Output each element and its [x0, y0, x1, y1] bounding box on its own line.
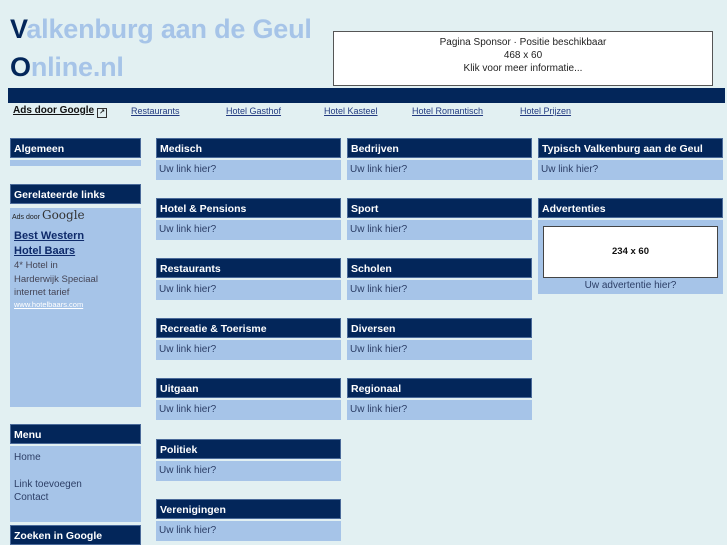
box-title: Menu	[10, 424, 141, 444]
advertise-here-link[interactable]: Uw advertentie hier?	[538, 278, 723, 294]
category-link[interactable]: Uw link hier?	[347, 220, 532, 240]
category-link[interactable]: Uw link hier?	[156, 521, 341, 541]
category-title: Recreatie & Toerisme	[156, 318, 341, 338]
category-diversen: Diversen Uw link hier?	[347, 318, 532, 360]
category-sport: Sport Uw link hier?	[347, 198, 532, 240]
category-title: Politiek	[156, 439, 341, 459]
category-link[interactable]: Uw link hier?	[347, 160, 532, 180]
category-title: Regionaal	[347, 378, 532, 398]
sponsor-size: 468 x 60	[503, 50, 543, 61]
category-link[interactable]: Uw link hier?	[156, 400, 341, 420]
category-link[interactable]: Uw link hier?	[347, 400, 532, 420]
category-title: Sport	[347, 198, 532, 218]
category-link[interactable]: Uw link hier?	[156, 340, 341, 360]
box-title: Gerelateerde links	[10, 184, 141, 204]
category-link[interactable]: Uw link hier?	[538, 160, 723, 180]
box-body: Ads door Google Best Western Hotel Baars …	[10, 208, 141, 407]
box-title: Zoeken in Google	[10, 525, 141, 545]
logo-line-1: Valkenburg aan de Geul	[10, 14, 312, 44]
category-regionaal: Regionaal Uw link hier?	[347, 378, 532, 420]
box-body: 234 x 60 Uw advertentie hier?	[538, 220, 723, 294]
category-title: Bedrijven	[347, 138, 532, 158]
ad-description: 4* Hotel in Harderwijk Speciaal internet…	[14, 260, 98, 298]
logo-line-2: Online.nl	[10, 52, 124, 82]
category-scholen: Scholen Uw link hier?	[347, 258, 532, 300]
category-recreatie-toerisme: Recreatie & Toerisme Uw link hier?	[156, 318, 341, 360]
category-politiek: Politiek Uw link hier?	[156, 439, 341, 481]
typisch-valkenburg-box: Typisch Valkenburg aan de Geul Uw link h…	[538, 138, 723, 180]
category-link[interactable]: Uw link hier?	[347, 340, 532, 360]
category-link[interactable]: Uw link hier?	[347, 280, 532, 300]
menu-item-link-toevoegen[interactable]: Link toevoegen	[13, 478, 138, 492]
category-title: Diversen	[347, 318, 532, 338]
nav-link-restaurants[interactable]: Restaurants	[131, 106, 180, 116]
external-link-icon: ↗	[97, 108, 108, 118]
category-bedrijven: Bedrijven Uw link hier?	[347, 138, 532, 180]
category-title: Verenigingen	[156, 499, 341, 519]
nav-link-hotel-prijzen[interactable]: Hotel Prijzen	[520, 106, 571, 116]
box-body	[10, 160, 141, 166]
nav-link-hotel-gasthof[interactable]: Hotel Gasthof	[226, 106, 281, 116]
ads-by-google-label[interactable]: Ads door Google	[10, 208, 141, 222]
category-link[interactable]: Uw link hier?	[156, 220, 341, 240]
menu-box: Menu Home Link toevoegen Contact	[10, 424, 141, 522]
category-title: Medisch	[156, 138, 341, 158]
category-restaurants: Restaurants Uw link hier?	[156, 258, 341, 300]
sponsor-more-info: Klik voor meer informatie...	[463, 63, 583, 74]
related-links-box: Gerelateerde links Ads door Google Best …	[10, 184, 141, 407]
category-hotel-pensions: Hotel & Pensions Uw link hier?	[156, 198, 341, 240]
category-title: Restaurants	[156, 258, 341, 278]
sponsor-banner[interactable]: Pagina Sponsor · Positie beschikbaar 468…	[333, 31, 713, 86]
sponsor-line-1: Pagina Sponsor · Positie beschikbaar	[439, 37, 607, 48]
category-uitgaan: Uitgaan Uw link hier?	[156, 378, 341, 420]
advertenties-box: Advertenties 234 x 60 Uw advertentie hie…	[538, 198, 723, 294]
category-link[interactable]: Uw link hier?	[156, 280, 341, 300]
menu-item-contact[interactable]: Contact	[13, 491, 138, 505]
top-nav-bar	[8, 88, 725, 103]
box-body: Home Link toevoegen Contact	[10, 446, 141, 522]
google-search-box: Zoeken in Google	[10, 525, 141, 545]
ads-by-google-link[interactable]: Ads door Google ↗	[13, 105, 108, 118]
algemeen-box: Algemeen	[10, 138, 141, 166]
box-title: Algemeen	[10, 138, 141, 158]
ad-slot-234x60[interactable]: 234 x 60	[543, 226, 718, 278]
nav-link-hotel-romantisch[interactable]: Hotel Romantisch	[412, 106, 483, 116]
nav-link-hotel-kasteel[interactable]: Hotel Kasteel	[324, 106, 378, 116]
category-medisch: Medisch Uw link hier?	[156, 138, 341, 180]
menu-item-home[interactable]: Home	[13, 451, 138, 465]
box-title: Advertenties	[538, 198, 723, 218]
google-logo: Google	[41, 208, 85, 222]
category-link[interactable]: Uw link hier?	[156, 461, 341, 481]
site-logo[interactable]: Valkenburg aan de Geul Online.nl	[10, 10, 312, 86]
category-link[interactable]: Uw link hier?	[156, 160, 341, 180]
ad-title-link[interactable]: Best Western Hotel Baars	[14, 229, 141, 259]
ad-url-link[interactable]: www.hotelbaars.com	[14, 300, 141, 309]
category-title: Hotel & Pensions	[156, 198, 341, 218]
category-title: Uitgaan	[156, 378, 341, 398]
box-title: Typisch Valkenburg aan de Geul	[538, 138, 723, 158]
category-verenigingen: Verenigingen Uw link hier?	[156, 499, 341, 541]
category-title: Scholen	[347, 258, 532, 278]
